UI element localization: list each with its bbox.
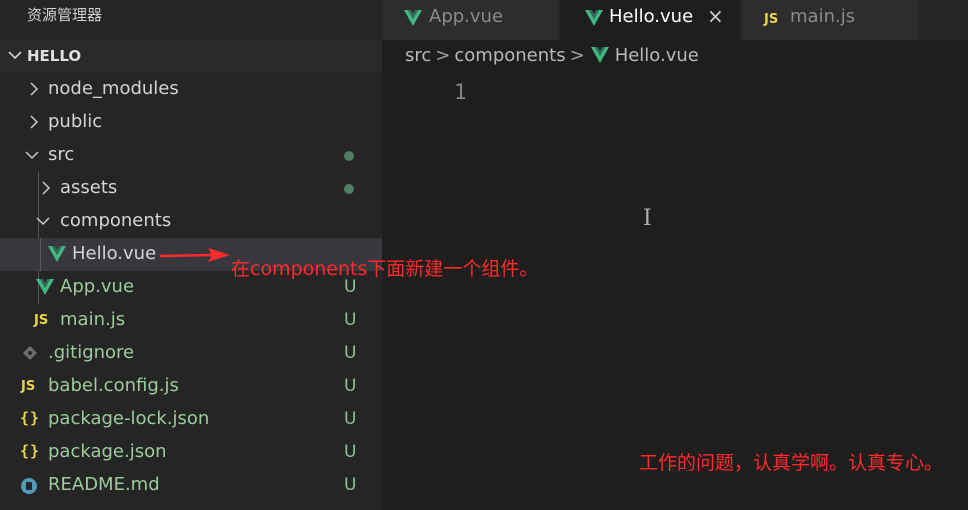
untracked-badge: U bbox=[344, 310, 357, 330]
js-file-icon: JS bbox=[764, 12, 779, 27]
indent-guide bbox=[40, 238, 41, 271]
json-file-icon: {} bbox=[20, 442, 41, 460]
text-cursor-icon: I bbox=[643, 206, 652, 231]
tree-item-label: package-lock.json bbox=[48, 408, 210, 429]
tree-item-label: .gitignore bbox=[48, 342, 135, 363]
project-name: HELLO bbox=[27, 47, 82, 65]
tree-item-assets[interactable]: assets bbox=[0, 172, 382, 205]
tree-item-label: Hello.vue bbox=[72, 243, 157, 264]
tree-item-src[interactable]: src bbox=[0, 139, 382, 172]
tab-app-vue[interactable]: App.vue bbox=[382, 0, 558, 40]
tree-item-label: README.md bbox=[48, 474, 160, 495]
breadcrumb-components[interactable]: components bbox=[454, 45, 565, 66]
project-section-header[interactable]: HELLO bbox=[0, 40, 382, 72]
untracked-badge: U bbox=[344, 376, 357, 396]
breadcrumb-separator: > bbox=[435, 44, 451, 66]
breadcrumb-src[interactable]: src bbox=[405, 45, 431, 66]
chevron-down-icon bbox=[36, 217, 50, 226]
json-file-icon: {} bbox=[20, 409, 41, 427]
annotation-note: 工作的问题，认真学啊。认真专心。 bbox=[639, 452, 944, 474]
modified-dot bbox=[344, 151, 354, 161]
annotation-arrow-icon bbox=[160, 248, 230, 262]
breadcrumb: src > components > Hello.vue bbox=[405, 44, 699, 72]
tree-item-package-json[interactable]: {} package.json U bbox=[0, 436, 382, 469]
untracked-badge: U bbox=[344, 343, 357, 363]
chevron-right-icon bbox=[42, 181, 51, 195]
vue-icon bbox=[36, 279, 54, 295]
tree-item-node-modules[interactable]: node_modules bbox=[0, 73, 382, 106]
modified-dot bbox=[344, 184, 354, 194]
tree-item-label: components bbox=[60, 210, 172, 231]
tree-item-label: node_modules bbox=[48, 78, 179, 99]
tab-hello-vue[interactable]: Hello.vue × bbox=[560, 0, 740, 40]
tree-item-babel-config[interactable]: JS babel.config.js U bbox=[0, 370, 382, 403]
tree-item-label: App.vue bbox=[60, 276, 135, 297]
line-number: 1 bbox=[454, 80, 467, 104]
tree-item-label: src bbox=[48, 144, 75, 165]
chevron-right-icon bbox=[30, 115, 39, 129]
untracked-badge: U bbox=[344, 442, 357, 462]
vue-icon bbox=[48, 246, 66, 262]
vue-icon bbox=[590, 47, 609, 63]
tree-item-label: package.json bbox=[48, 441, 167, 462]
tab-main-js[interactable]: JS main.js bbox=[742, 0, 918, 40]
vue-icon bbox=[404, 10, 422, 26]
chevron-down-icon bbox=[8, 51, 22, 60]
untracked-badge: U bbox=[344, 475, 357, 495]
breadcrumb-separator: > bbox=[569, 44, 585, 66]
close-icon[interactable]: × bbox=[707, 4, 724, 28]
tab-label: main.js bbox=[790, 6, 856, 27]
tree-item-readme[interactable]: README.md U bbox=[0, 469, 382, 502]
tree-item-components[interactable]: components bbox=[0, 205, 382, 238]
vue-icon bbox=[585, 10, 603, 26]
untracked-badge: U bbox=[344, 409, 357, 429]
tab-label: Hello.vue bbox=[609, 6, 694, 27]
breadcrumb-file[interactable]: Hello.vue bbox=[615, 45, 699, 66]
js-file-icon: JS bbox=[34, 313, 49, 328]
annotation-note: 在components下面新建一个组件。 bbox=[231, 258, 539, 280]
file-tree: node_modules public src assets component… bbox=[0, 73, 382, 502]
editor-tab-bar: App.vue Hello.vue × JS main.js bbox=[382, 0, 968, 40]
tree-item-main-js[interactable]: JS main.js U bbox=[0, 304, 382, 337]
tree-item-public[interactable]: public bbox=[0, 106, 382, 139]
tree-item-label: assets bbox=[60, 177, 118, 198]
tree-item-gitignore[interactable]: .gitignore U bbox=[0, 337, 382, 370]
tree-item-label: public bbox=[48, 111, 103, 132]
tree-item-label: main.js bbox=[60, 309, 126, 330]
chevron-right-icon bbox=[30, 82, 39, 96]
tree-item-label: babel.config.js bbox=[48, 375, 179, 396]
info-icon bbox=[21, 478, 37, 494]
explorer-title: 资源管理器 bbox=[27, 6, 103, 24]
git-icon bbox=[23, 346, 37, 360]
js-file-icon: JS bbox=[21, 379, 36, 394]
chevron-down-icon bbox=[25, 151, 39, 160]
tab-label: App.vue bbox=[429, 6, 504, 27]
tree-item-package-lock[interactable]: {} package-lock.json U bbox=[0, 403, 382, 436]
